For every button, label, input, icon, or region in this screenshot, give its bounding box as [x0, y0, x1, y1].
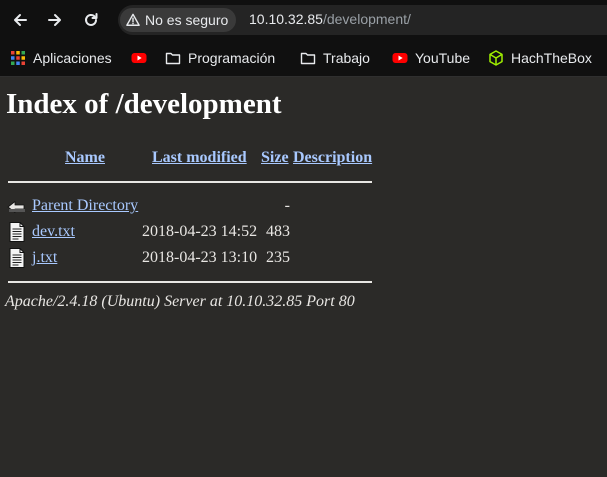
table-row: Parent Directory -: [6, 194, 376, 218]
apps-grid-icon: [11, 51, 25, 65]
bookmarks-bar: Aplicaciones Programación Trabajo YouTub…: [0, 40, 607, 77]
url-path: /development/: [322, 11, 411, 27]
file-size: 483: [266, 223, 290, 240]
divider: [8, 281, 372, 283]
warning-icon: [126, 13, 140, 26]
reload-button[interactable]: [77, 6, 105, 34]
bookmark-youtube[interactable]: YouTube: [392, 48, 470, 68]
file-size: 235: [266, 249, 290, 266]
bookmark-programacion[interactable]: Programación: [165, 48, 275, 68]
text-file-icon: [9, 222, 25, 242]
table-row: dev.txt 2018-04-23 14:52 483: [6, 220, 376, 244]
security-indicator[interactable]: No es seguro: [120, 8, 237, 32]
url-text[interactable]: 10.10.32.85/development/: [249, 11, 411, 27]
bookmark-label: Trabajo: [323, 50, 370, 66]
column-header-name[interactable]: Name: [65, 149, 105, 167]
column-header-size[interactable]: Size: [261, 149, 289, 167]
column-header-description[interactable]: Description: [293, 149, 372, 167]
table-row: j.txt 2018-04-23 13:10 235: [6, 246, 376, 270]
file-size: -: [284, 197, 290, 214]
bookmark-label: HachTheBox: [511, 50, 592, 66]
bookmark-trabajo[interactable]: Trabajo: [300, 48, 370, 68]
folder-icon: [165, 52, 181, 65]
browser-toolbar: No es seguro 10.10.32.85/development/: [0, 0, 607, 40]
modified-date: 2018-04-23 13:10: [142, 249, 258, 266]
file-link[interactable]: j.txt: [32, 249, 57, 267]
bookmark-label: YouTube: [415, 50, 471, 66]
arrow-left-icon: [14, 14, 27, 26]
file-link[interactable]: dev.txt: [32, 223, 75, 241]
hackthebox-cube-icon: [489, 50, 503, 66]
url-host: 10.10.32.85: [249, 11, 323, 27]
bookmark-youtube-icon-only[interactable]: [131, 48, 147, 68]
bookmark-label: Aplicaciones: [33, 50, 112, 66]
back-button[interactable]: [6, 6, 34, 34]
bookmark-label: Programación: [188, 50, 276, 66]
divider: [8, 181, 372, 183]
arrow-right-icon: [48, 14, 61, 26]
page-title: Index of /development: [6, 88, 282, 120]
security-label: No es seguro: [145, 12, 229, 28]
reload-icon: [85, 13, 98, 26]
column-header-last-modified[interactable]: Last modified: [152, 149, 247, 167]
bookmark-hackthebox[interactable]: HachTheBox: [488, 48, 592, 68]
file-link[interactable]: Parent Directory: [32, 197, 138, 215]
page-content: Index of /development Name Last modified…: [0, 78, 607, 477]
youtube-icon: [392, 53, 408, 63]
forward-button[interactable]: [41, 6, 69, 34]
server-signature: Apache/2.4.18 (Ubuntu) Server at 10.10.3…: [5, 293, 355, 310]
address-bar[interactable]: No es seguro 10.10.32.85/development/: [118, 5, 607, 35]
modified-date: 2018-04-23 14:52: [142, 223, 258, 240]
bookmark-apps[interactable]: Aplicaciones: [10, 48, 112, 68]
folder-icon: [300, 52, 316, 65]
youtube-icon: [131, 53, 147, 63]
text-file-icon: [9, 248, 25, 268]
back-arrow-icon: [7, 201, 25, 213]
